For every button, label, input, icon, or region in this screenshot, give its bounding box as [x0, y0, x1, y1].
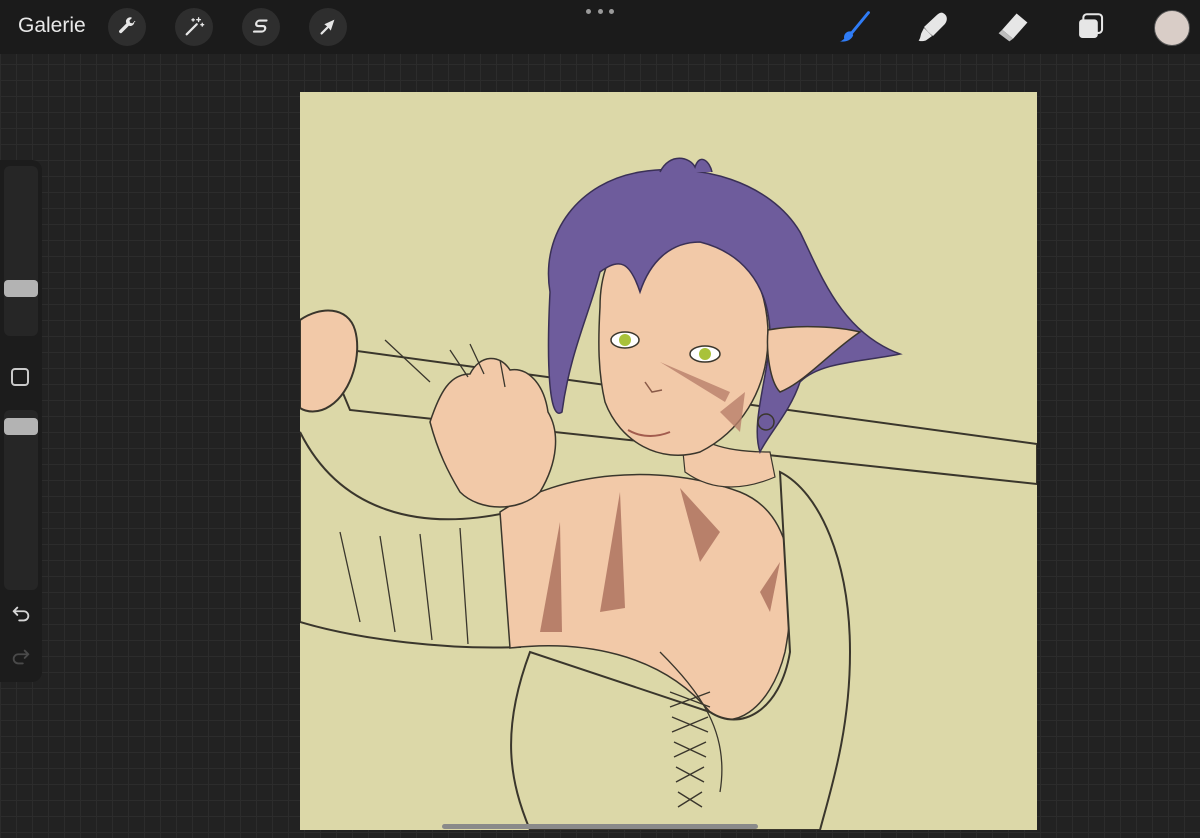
paint-tool-button[interactable] [835, 8, 875, 46]
home-indicator[interactable] [442, 824, 758, 829]
layers-button[interactable] [1071, 8, 1111, 46]
artwork-illustration [300, 157, 1037, 830]
arrow-cursor-icon [320, 19, 335, 35]
drawing-canvas[interactable] [300, 92, 1037, 830]
transform-button[interactable] [309, 8, 347, 46]
wrench-icon [119, 17, 136, 34]
smudge-icon [918, 12, 947, 42]
smudge-tool-button[interactable] [913, 8, 953, 46]
eraser-tool-button[interactable] [993, 8, 1033, 46]
eraser-icon [998, 13, 1028, 42]
layers-icon [1079, 13, 1104, 39]
brush-size-slider[interactable] [4, 166, 38, 336]
modify-button[interactable] [11, 368, 29, 386]
adjustments-button[interactable] [175, 8, 213, 46]
gallery-button[interactable]: Galerie [18, 14, 86, 38]
opacity-slider[interactable] [4, 410, 38, 590]
dot-icon [586, 8, 591, 14]
selection-s-icon [252, 19, 268, 33]
top-toolbar: Galerie [0, 0, 1200, 54]
actions-button[interactable] [108, 8, 146, 46]
magic-wand-icon [185, 17, 205, 36]
redo-button[interactable] [8, 644, 34, 670]
opacity-handle[interactable] [4, 418, 38, 435]
left-sidebar [0, 160, 42, 682]
undo-button[interactable] [8, 601, 34, 627]
redo-icon [12, 649, 30, 665]
dot-icon [609, 8, 614, 14]
color-picker-button[interactable] [1154, 10, 1190, 46]
dot-icon [597, 8, 603, 14]
brush-icon [839, 11, 870, 42]
selection-button[interactable] [242, 8, 280, 46]
brush-size-handle[interactable] [4, 280, 38, 297]
more-options-button[interactable] [586, 4, 614, 18]
undo-icon [12, 606, 30, 622]
